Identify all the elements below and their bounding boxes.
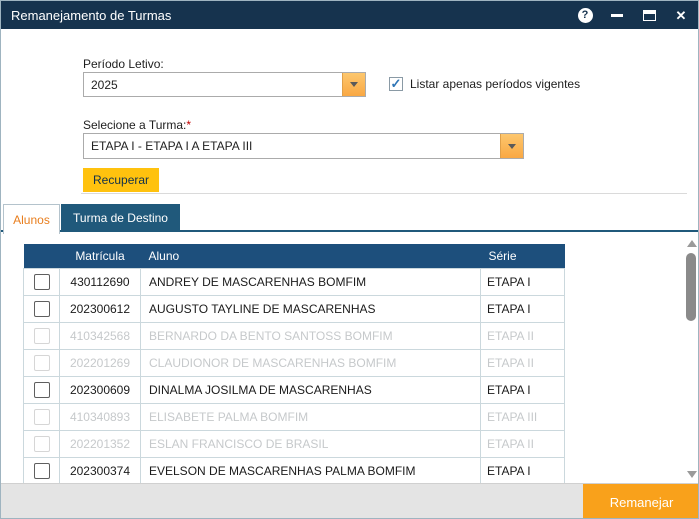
periodo-letivo-dropdown[interactable]: 2025: [83, 72, 366, 97]
remanejar-button[interactable]: Remanejar: [583, 484, 699, 519]
turma-value: ETAPA I - ETAPA I A ETAPA III: [84, 134, 500, 158]
table-header-row: Matrícula Aluno Série: [24, 244, 565, 269]
tab-turma-de-destino[interactable]: Turma de Destino: [61, 204, 180, 232]
row-checkbox: [34, 328, 50, 344]
scrollbar-thumb[interactable]: [686, 253, 696, 321]
cell-matricula: 202201269: [60, 350, 141, 377]
table-row: 410342568BERNARDO DA BENTO SANTOSS BOMFI…: [24, 323, 565, 350]
turma-label-text: Selecione a Turma:: [83, 118, 186, 132]
column-header-checkbox: [24, 244, 60, 269]
window-title: Remanejamento de Turmas: [11, 8, 574, 23]
cell-matricula: 202201352: [60, 431, 141, 458]
scroll-down-icon[interactable]: [687, 471, 697, 478]
table-row: 202300609DINALMA JOSILMA DE MASCARENHASE…: [24, 377, 565, 404]
title-bar: Remanejamento de Turmas ? ✕: [1, 1, 699, 29]
recuperar-button[interactable]: Recuperar: [83, 168, 159, 192]
students-table-body: 430112690ANDREY DE MASCARENHAS BOMFIMETA…: [24, 269, 565, 484]
row-checkbox[interactable]: [34, 301, 50, 317]
cell-matricula: 202300609: [60, 377, 141, 404]
remanejamento-dialog: Remanejamento de Turmas ? ✕ Período Leti…: [0, 0, 699, 519]
cell-matricula: 202300374: [60, 458, 141, 484]
vigentes-checkbox-row[interactable]: Listar apenas períodos vigentes: [389, 77, 580, 91]
vigentes-checkbox[interactable]: [389, 77, 403, 91]
cell-aluno: CLAUDIONOR DE MASCARENHAS BOMFIM: [141, 350, 481, 377]
cell-serie: ETAPA II: [481, 350, 565, 377]
help-icon: ?: [578, 8, 593, 23]
section-divider: [81, 193, 687, 194]
students-table: Matrícula Aluno Série 430112690ANDREY DE…: [23, 244, 565, 483]
table-row: 202201269CLAUDIONOR DE MASCARENHAS BOMFI…: [24, 350, 565, 377]
row-checkbox[interactable]: [34, 463, 50, 479]
column-header-matricula: Matrícula: [60, 244, 141, 269]
turma-dropdown-button[interactable]: [500, 134, 523, 158]
scroll-up-icon[interactable]: [687, 240, 697, 247]
table-row: 410340893ELISABETE PALMA BOMFIMETAPA III: [24, 404, 565, 431]
close-button[interactable]: ✕: [670, 4, 692, 26]
periodo-letivo-value: 2025: [84, 73, 342, 96]
cell-serie: ETAPA III: [481, 404, 565, 431]
window-controls: ? ✕: [574, 4, 692, 26]
column-header-serie: Série: [481, 244, 565, 269]
cell-aluno: DINALMA JOSILMA DE MASCARENHAS: [141, 377, 481, 404]
table-row: 202201352ESLAN FRANCISCO DE BRASILETAPA …: [24, 431, 565, 458]
alunos-tab-content: Matrícula Aluno Série 430112690ANDREY DE…: [1, 232, 699, 483]
minimize-button[interactable]: [606, 4, 628, 26]
vigentes-checkbox-label: Listar apenas períodos vigentes: [410, 77, 580, 91]
tab-strip: Alunos Turma de Destino: [1, 204, 699, 232]
turma-label: Selecione a Turma:*: [83, 118, 191, 132]
row-checkbox: [34, 409, 50, 425]
cell-serie: ETAPA I: [481, 296, 565, 323]
row-checkbox: [34, 436, 50, 452]
minimize-icon: [611, 14, 623, 17]
cell-aluno: BERNARDO DA BENTO SANTOSS BOMFIM: [141, 323, 481, 350]
turma-dropdown[interactable]: ETAPA I - ETAPA I A ETAPA III: [83, 133, 524, 159]
cell-aluno: ANDREY DE MASCARENHAS BOMFIM: [141, 269, 481, 296]
periodo-letivo-label: Período Letivo:: [83, 57, 164, 71]
periodo-dropdown-button[interactable]: [342, 73, 365, 96]
close-icon: ✕: [676, 9, 687, 22]
row-checkbox[interactable]: [34, 274, 50, 290]
footer-bar: Remanejar: [1, 483, 699, 519]
cell-serie: ETAPA I: [481, 458, 565, 484]
maximize-button[interactable]: [638, 4, 660, 26]
cell-aluno: ESLAN FRANCISCO DE BRASIL: [141, 431, 481, 458]
required-asterisk: *: [186, 118, 191, 132]
cell-aluno: EVELSON DE MASCARENHAS PALMA BOMFIM: [141, 458, 481, 484]
cell-aluno: ELISABETE PALMA BOMFIM: [141, 404, 481, 431]
row-checkbox: [34, 355, 50, 371]
cell-serie: ETAPA II: [481, 323, 565, 350]
chevron-down-icon: [508, 144, 516, 149]
chevron-down-icon: [350, 82, 358, 87]
table-row: 202300612AUGUSTO TAYLINE DE MASCARENHASE…: [24, 296, 565, 323]
vertical-scrollbar[interactable]: [685, 238, 698, 480]
cell-serie: ETAPA II: [481, 431, 565, 458]
cell-matricula: 410340893: [60, 404, 141, 431]
help-button[interactable]: ?: [574, 4, 596, 26]
table-row: 202300374EVELSON DE MASCARENHAS PALMA BO…: [24, 458, 565, 484]
table-row: 430112690ANDREY DE MASCARENHAS BOMFIMETA…: [24, 269, 565, 296]
cell-serie: ETAPA I: [481, 377, 565, 404]
row-checkbox[interactable]: [34, 382, 50, 398]
cell-matricula: 410342568: [60, 323, 141, 350]
maximize-icon: [643, 10, 656, 21]
cell-serie: ETAPA I: [481, 269, 565, 296]
cell-matricula: 202300612: [60, 296, 141, 323]
cell-matricula: 430112690: [60, 269, 141, 296]
tab-alunos[interactable]: Alunos: [3, 204, 60, 234]
column-header-aluno: Aluno: [141, 244, 481, 269]
cell-aluno: AUGUSTO TAYLINE DE MASCARENHAS: [141, 296, 481, 323]
